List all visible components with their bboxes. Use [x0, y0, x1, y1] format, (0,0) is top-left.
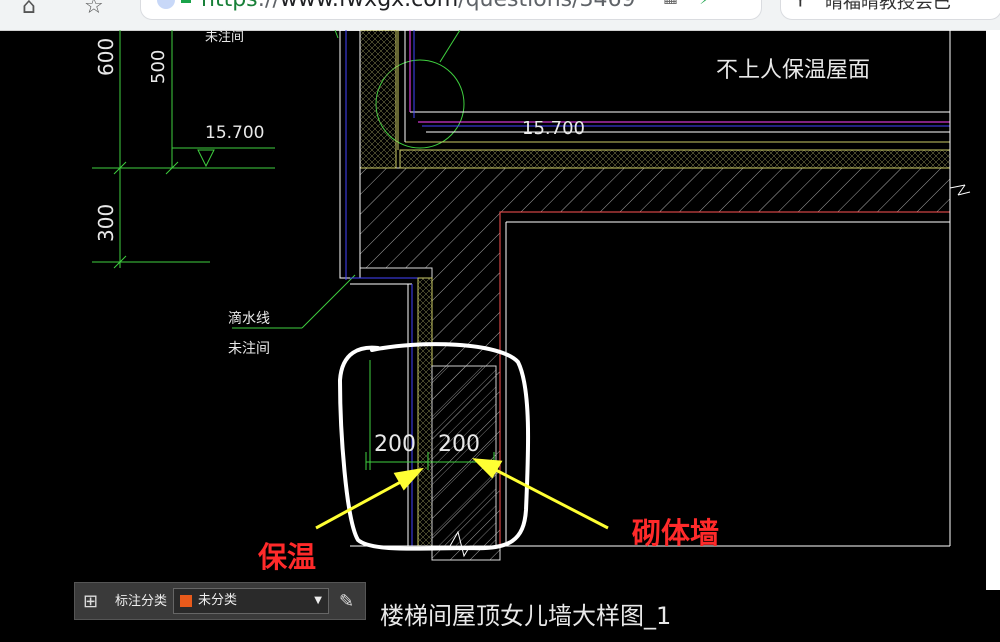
cad-drawing-canvas[interactable]: 600 500 300 15.700 未注间 不上人保温屋面 15.700 滴水…	[0, 30, 1000, 642]
parapet-insulation	[359, 30, 397, 169]
lightning-icon[interactable]: ⚡	[699, 0, 713, 9]
category-label: 标注分类	[115, 594, 168, 609]
elevation-left: 15.700	[205, 123, 265, 143]
annotation-category-toolbar: ⊞ 标注分类 未分类 ▼ ✎	[74, 582, 366, 620]
home-icon[interactable]: ⌂	[22, 0, 36, 22]
parapet-finish	[339, 30, 361, 279]
leader-lines-top	[334, 30, 465, 149]
browser-toolbar: ⌂ ☆ https://www.fwxgx.com/questions/3469…	[0, 0, 1000, 31]
roof-layers	[397, 30, 951, 169]
dim-text-300: 300	[94, 203, 118, 242]
caret-down-icon: ▼	[314, 595, 322, 606]
chevron-down-icon[interactable]: ⌄	[729, 0, 742, 4]
site-info-icon[interactable]	[157, 0, 175, 9]
edit-icon[interactable]: ✎	[339, 583, 354, 621]
grid-layout-icon[interactable]: ⊞	[83, 583, 98, 621]
url-host: www.fwxgx.com	[280, 0, 458, 12]
url-text[interactable]: https://www.fwxgx.com/questions/3469	[201, 0, 636, 12]
bookmark-star-icon[interactable]: ☆	[84, 0, 104, 22]
cad-drawing	[92, 30, 971, 561]
url-separator: ://	[258, 0, 280, 12]
dim-text-200-right: 200	[438, 432, 480, 457]
dim-text-600: 600	[94, 37, 118, 76]
address-bar[interactable]: https://www.fwxgx.com/questions/3469 ▦ ⚡…	[140, 0, 762, 20]
insulation-callout: 保温	[258, 540, 317, 574]
drawing-title: 楼梯间屋顶女儿墙大样图_1	[380, 602, 672, 630]
elevation-right: 15.700	[522, 118, 585, 139]
dimension-lines-left	[92, 30, 356, 329]
insulation-layer	[417, 277, 433, 547]
url-path: /questions/3469	[458, 0, 635, 12]
drip-line-note: 未注间	[228, 341, 270, 357]
category-select[interactable]: 未分类 ▼	[173, 588, 329, 614]
insulation-arrow-head	[393, 467, 424, 491]
roof-type-label: 不上人保温屋面	[716, 58, 871, 83]
secure-lock-icon	[181, 0, 191, 3]
category-color-swatch	[180, 595, 192, 607]
url-scheme: https	[201, 0, 258, 12]
search-text: 晴福晴教授会巴	[825, 0, 951, 13]
top-note-label: 未注间	[205, 30, 245, 45]
dim-text-500: 500	[148, 49, 169, 84]
grid-apps-icon[interactable]: ▦	[663, 0, 678, 6]
right-edge-strip	[986, 30, 1000, 590]
room-outline	[499, 30, 971, 547]
masonry-wall-callout: 砌体墙	[632, 516, 720, 550]
search-box[interactable]: ⚲ 晴福晴教授会巴	[780, 0, 1000, 20]
search-icon: ⚲	[793, 0, 808, 9]
category-select-value: 未分类	[198, 593, 238, 608]
dim-text-200-left: 200	[374, 432, 416, 457]
drip-line-label: 滴水线	[228, 311, 270, 327]
